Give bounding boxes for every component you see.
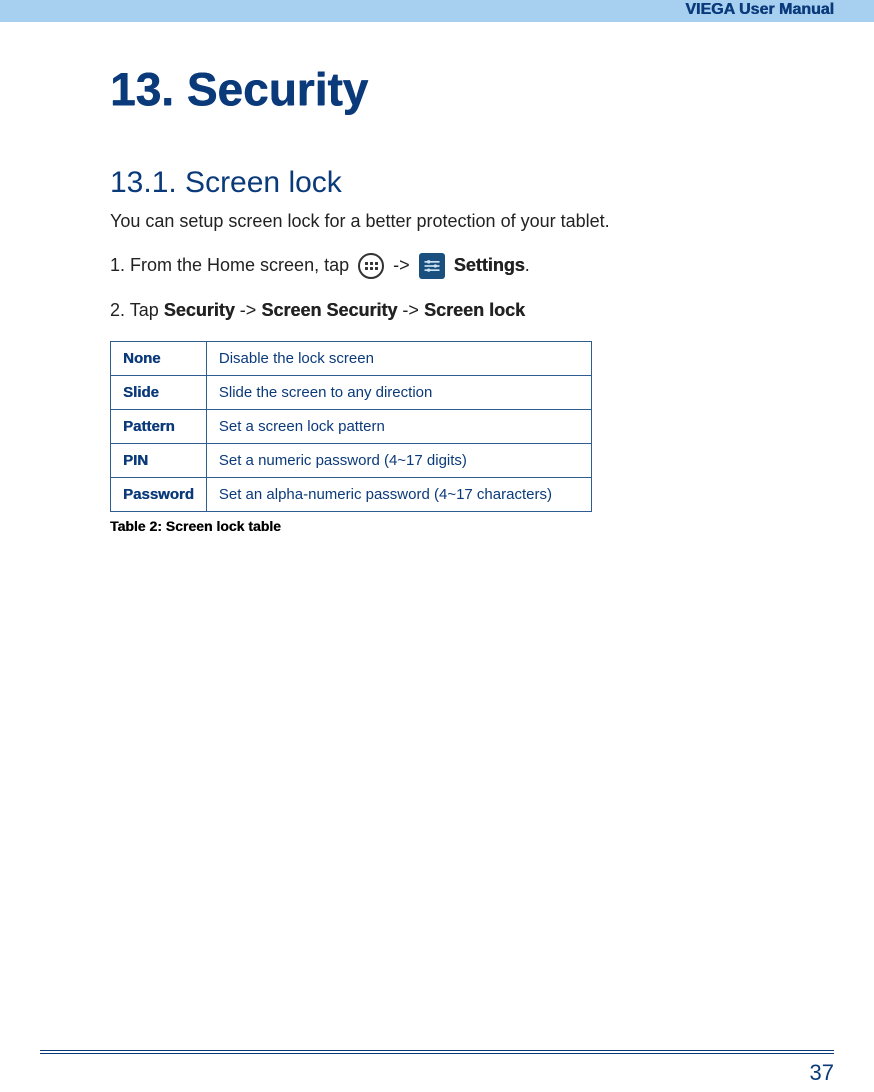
opt-desc: Set a screen lock pattern (206, 410, 591, 444)
step2-bold1: Security (164, 300, 235, 320)
intro-text: You can setup screen lock for a better p… (110, 208, 814, 234)
table-row: Pattern Set a screen lock pattern (111, 410, 592, 444)
opt-name: None (111, 342, 207, 376)
step-1: 1. From the Home screen, tap -> Settings… (110, 252, 814, 279)
period: . (525, 255, 530, 275)
footer-rule (40, 1050, 834, 1054)
apps-icon (358, 253, 384, 279)
opt-name: Slide (111, 376, 207, 410)
section-heading: 13.1. Screen lock (110, 166, 814, 200)
page-number: 37 (810, 1060, 834, 1086)
header-bar: VIEGA User Manual (0, 0, 874, 22)
arrow-text: -> (402, 300, 419, 320)
opt-name: Password (111, 478, 207, 512)
page-content: 13. Security 13.1. Screen lock You can s… (0, 22, 874, 534)
opt-desc: Set a numeric password (4~17 digits) (206, 444, 591, 478)
table-caption: Table 2: Screen lock table (110, 518, 814, 534)
opt-desc: Set an alpha-numeric password (4~17 char… (206, 478, 591, 512)
table-row: Password Set an alpha-numeric password (… (111, 478, 592, 512)
settings-icon (419, 253, 445, 279)
settings-label: Settings (454, 255, 525, 275)
table-row: Slide Slide the screen to any direction (111, 376, 592, 410)
step-2: 2. Tap Security -> Screen Security -> Sc… (110, 297, 814, 323)
arrow-text: -> (240, 300, 257, 320)
step2-bold3: Screen lock (424, 300, 525, 320)
step2-prefix: 2. Tap (110, 300, 164, 320)
step1-prefix: 1. From the Home screen, tap (110, 255, 349, 275)
table-row: PIN Set a numeric password (4~17 digits) (111, 444, 592, 478)
opt-name: PIN (111, 444, 207, 478)
manual-title: VIEGA User Manual (685, 1, 834, 18)
table-row: None Disable the lock screen (111, 342, 592, 376)
opt-name: Pattern (111, 410, 207, 444)
arrow-text: -> (393, 255, 410, 275)
step2-bold2: Screen Security (261, 300, 397, 320)
opt-desc: Disable the lock screen (206, 342, 591, 376)
chapter-heading: 13. Security (110, 62, 814, 116)
options-table: None Disable the lock screen Slide Slide… (110, 341, 592, 512)
opt-desc: Slide the screen to any direction (206, 376, 591, 410)
